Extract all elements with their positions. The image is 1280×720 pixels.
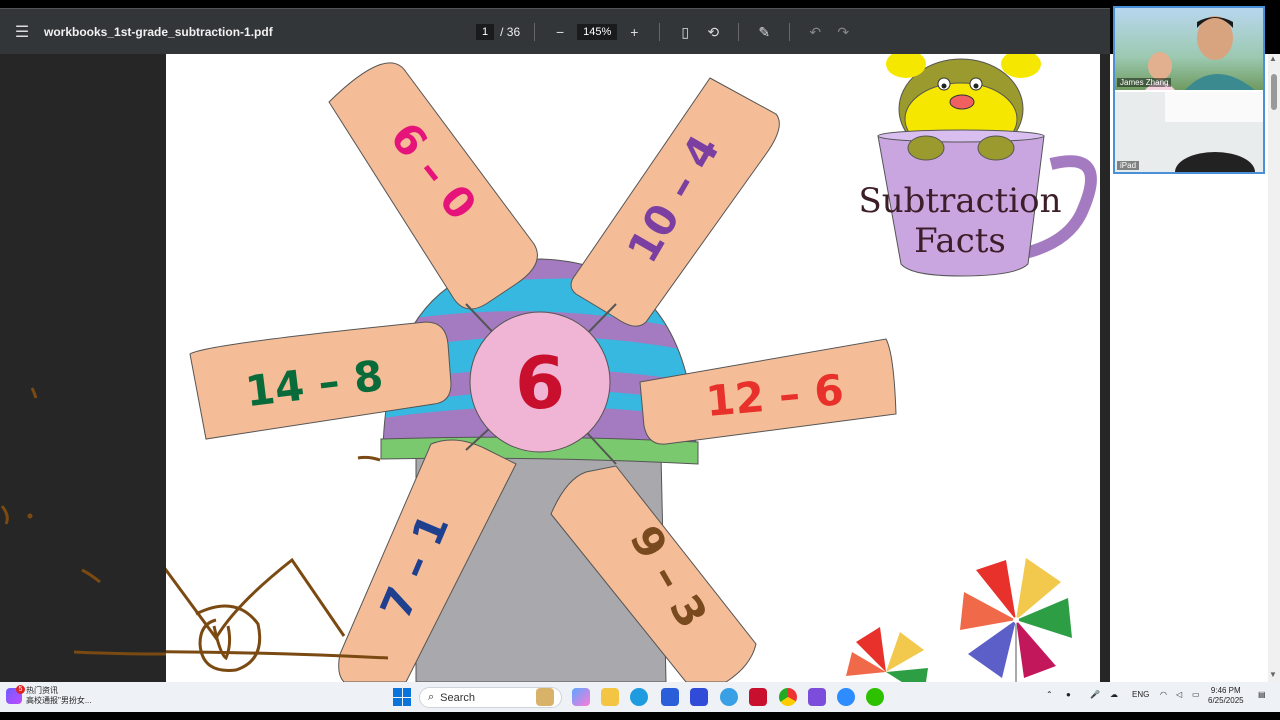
ink-strokes-left (0, 387, 167, 656)
zoom-input[interactable]: 145% (577, 24, 618, 40)
system-clock[interactable]: 9:46 PM 6/25/2025 (1208, 686, 1244, 706)
fit-page-icon[interactable]: ▯ (674, 24, 696, 41)
divider (534, 23, 536, 41)
news-icon: 5 (6, 685, 25, 704)
bottom-strip (0, 712, 1280, 720)
news-title: 热门资讯 (26, 686, 58, 695)
windmill-illustration: 6 – 0 10 – 4 14 – 8 12 – 6 7 – 1 9 – 3 6 (166, 54, 1097, 682)
pdf-toolbar: ☰ workbooks_1st-grade_subtraction-1.pdf … (0, 8, 1110, 54)
center-number: 6 (515, 341, 565, 425)
mcafee-icon[interactable] (749, 688, 767, 706)
scroll-down-icon[interactable]: ▼ (1269, 670, 1277, 679)
castle-app-icon[interactable] (536, 688, 554, 706)
clock-date: 6/25/2025 (1208, 696, 1244, 705)
store-icon[interactable] (661, 688, 679, 706)
redo-icon[interactable]: ↷ (832, 24, 854, 41)
participant-name: iPad (1117, 161, 1140, 170)
app-icon[interactable] (808, 688, 826, 706)
wifi-icon[interactable]: ◠ (1160, 690, 1167, 699)
volume-icon[interactable]: ◁ (1176, 690, 1182, 699)
notifications-icon[interactable]: ▤ (1258, 690, 1266, 699)
clock-time: 9:46 PM (1210, 686, 1241, 695)
network-app-icon[interactable]: ● (1066, 690, 1071, 699)
video-tile-1[interactable]: James Zhang (1115, 8, 1263, 90)
subtraction-facts-cup: Subtraction Facts (858, 54, 1097, 277)
notification-badge: 5 (16, 685, 25, 694)
page-count: / 36 (500, 25, 521, 39)
language-indicator[interactable]: ENG (1132, 690, 1149, 699)
zoom-in-icon[interactable]: + (623, 24, 645, 40)
edge-icon[interactable] (630, 688, 648, 706)
windows-start-icon[interactable] (393, 688, 411, 706)
menu-icon[interactable]: ☰ (0, 22, 44, 42)
file-explorer-icon[interactable] (601, 688, 619, 706)
cloud-icon[interactable]: ☁ (1110, 690, 1118, 699)
cup-title: Facts (914, 221, 1006, 261)
participant-image (1165, 92, 1263, 172)
page-controls: 1 / 36 − 145% + ▯ ⟲ ✎ ↶ ↷ (476, 9, 854, 55)
document-title: workbooks_1st-grade_subtraction-1.pdf (44, 24, 273, 39)
microphone-icon[interactable]: 🎤 (1090, 690, 1100, 699)
pinwheel-large (960, 558, 1072, 682)
chevron-up-icon[interactable]: ⌃ (1046, 690, 1053, 699)
cup-title: Subtraction (858, 181, 1061, 221)
search-placeholder: Search (440, 691, 476, 704)
pinwheel-small (846, 627, 928, 682)
undo-icon[interactable]: ↶ (804, 24, 826, 41)
app-icon[interactable] (690, 688, 708, 706)
zoom-out-icon[interactable]: − (549, 24, 571, 40)
weather-icon[interactable] (720, 688, 738, 706)
news-subtitle: 高校通报"男扮女... (26, 696, 92, 705)
scroll-up-icon[interactable]: ▲ (1269, 54, 1277, 63)
search-icon: ⌕ (428, 691, 435, 703)
pdf-viewer: 6 – 0 10 – 4 14 – 8 12 – 6 7 – 1 9 – 3 6 (0, 54, 1110, 682)
divider (659, 23, 661, 41)
rotate-icon[interactable]: ⟲ (702, 24, 724, 41)
video-call-panel[interactable]: James Zhang iPad (1113, 6, 1265, 174)
zoom-icon[interactable] (837, 688, 855, 706)
battery-icon[interactable]: ▭ (1192, 690, 1200, 699)
wechat-icon[interactable] (866, 688, 884, 706)
pdf-page: 6 – 0 10 – 4 14 – 8 12 – 6 7 – 1 9 – 3 6 (166, 54, 1100, 682)
annotate-icon[interactable]: ✎ (753, 24, 775, 41)
divider (738, 23, 740, 41)
news-widget[interactable]: 5 热门资讯 高校通报"男扮女... (6, 685, 92, 706)
scrollbar[interactable] (1268, 54, 1280, 682)
divider (789, 23, 791, 41)
participant-name: James Zhang (1117, 78, 1172, 87)
page-number-input[interactable]: 1 (476, 24, 495, 40)
video-tile-2[interactable] (1115, 92, 1263, 172)
scrollbar-thumb[interactable] (1271, 74, 1277, 110)
chrome-icon[interactable] (779, 688, 797, 706)
copilot-icon[interactable] (572, 688, 590, 706)
